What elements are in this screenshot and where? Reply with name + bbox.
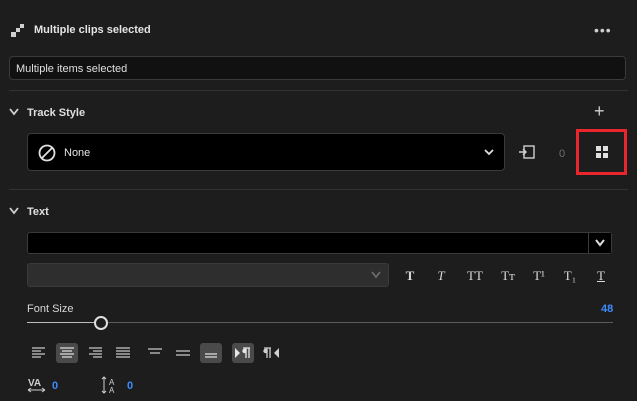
text-heading: Text <box>27 206 49 218</box>
track-style-select[interactable]: None <box>27 133 505 171</box>
chevron-down-icon <box>371 271 381 279</box>
align-bottom-button[interactable] <box>200 343 222 363</box>
font-size-label: Font Size <box>27 303 74 315</box>
align-left-icon <box>32 347 45 358</box>
font-style-select[interactable] <box>27 263 389 287</box>
font-size-slider-thumb[interactable] <box>93 316 108 330</box>
selection-name-field[interactable]: Multiple items selected <box>9 56 626 80</box>
align-center-button[interactable] <box>56 343 78 363</box>
chevron-down-icon <box>484 149 494 156</box>
chevron-down-icon[interactable] <box>9 207 19 215</box>
justify-icon <box>116 347 130 358</box>
track-style-heading: Track Style <box>27 107 86 119</box>
rtl-direction-icon <box>263 347 279 358</box>
leading-value[interactable]: 0 <box>127 380 133 392</box>
align-center-icon <box>60 347 74 358</box>
small-caps-button[interactable]: Tт <box>495 266 521 286</box>
underline-button[interactable]: T <box>590 266 612 286</box>
svg-text:VA: VA <box>28 378 41 389</box>
more-options-button[interactable]: ••• <box>594 22 612 38</box>
leading-icon: A A <box>101 376 115 395</box>
align-middle-button[interactable] <box>172 343 194 363</box>
font-size-value[interactable]: 48 <box>601 303 613 315</box>
align-top-icon <box>148 348 162 354</box>
chevron-down-icon <box>595 239 605 247</box>
chevron-down-icon[interactable] <box>9 108 19 116</box>
subscript-button[interactable]: T₁ <box>559 266 581 286</box>
grid-icon[interactable] <box>596 146 608 158</box>
clips-icon <box>11 24 24 37</box>
align-middle-icon <box>176 350 190 356</box>
add-track-style-button[interactable]: + <box>594 101 605 122</box>
font-family-select[interactable] <box>27 232 612 254</box>
font-size-slider-fill <box>27 322 101 323</box>
rtl-direction-button[interactable] <box>260 343 282 363</box>
align-left-button[interactable] <box>28 343 50 363</box>
track-style-value: None <box>64 147 91 159</box>
svg-text:A: A <box>109 386 115 395</box>
align-top-button[interactable] <box>144 343 166 363</box>
align-bottom-icon <box>205 353 217 358</box>
font-size-slider-track[interactable] <box>27 322 613 323</box>
track-style-count: 0 <box>559 148 566 160</box>
selection-name-value: Multiple items selected <box>16 63 128 75</box>
tracking-icon: VA <box>27 378 46 393</box>
faux-italic-button[interactable]: T <box>430 266 452 286</box>
divider <box>9 189 628 190</box>
sync-icon[interactable] <box>518 145 536 161</box>
align-right-button[interactable] <box>84 343 106 363</box>
faux-bold-button[interactable]: T <box>399 266 421 286</box>
none-icon <box>38 144 56 162</box>
align-right-icon <box>89 347 102 358</box>
panel-title: Multiple clips selected <box>34 24 151 36</box>
ltr-direction-icon <box>235 347 250 358</box>
superscript-button[interactable]: T¹ <box>528 266 550 286</box>
all-caps-button[interactable]: TT <box>462 266 488 286</box>
divider <box>9 90 628 91</box>
tracking-value[interactable]: 0 <box>52 380 58 392</box>
font-family-dropdown-button[interactable] <box>588 233 611 253</box>
justify-button[interactable] <box>112 343 134 363</box>
ltr-direction-button[interactable] <box>232 343 254 363</box>
